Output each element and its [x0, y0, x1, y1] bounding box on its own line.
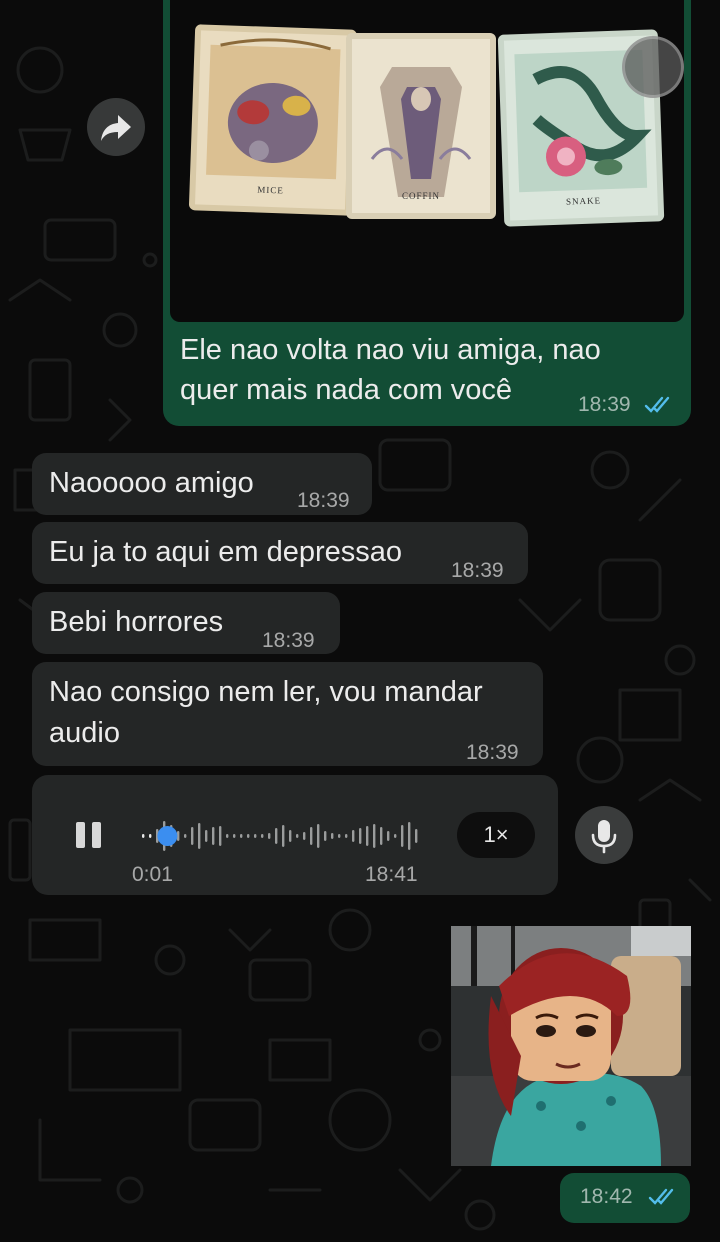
waveform-bar — [142, 834, 145, 838]
waveform-bar — [366, 826, 369, 846]
gif-message-footer: 18:42 — [560, 1173, 690, 1223]
waveform-bar — [205, 830, 208, 842]
microphone-icon — [591, 820, 617, 854]
waveform-bar — [387, 831, 390, 841]
waveform-bar — [219, 826, 222, 846]
message-time: 18:39 — [297, 489, 350, 512]
tarot-card-coffin: COFFIN — [346, 33, 496, 219]
waveform-bar — [254, 834, 257, 838]
waveform-bar — [345, 834, 348, 838]
message-text-line: audio — [49, 717, 120, 749]
tarot-cards-photo[interactable]: MICE COFFIN SNAKE — [170, 0, 684, 322]
waveform-bar — [310, 827, 313, 845]
waveform-bar — [359, 828, 362, 844]
waveform-bar — [149, 834, 152, 838]
waveform-bar — [380, 827, 383, 845]
waveform-bar — [324, 831, 327, 841]
playback-speed-button[interactable]: 1× — [457, 812, 535, 858]
waveform-bar — [212, 827, 215, 845]
message-text-line: Nao consigo nem ler, vou mandar — [49, 676, 483, 708]
incoming-message[interactable]: Eu ja to aqui em depressao 18:39 — [32, 522, 528, 584]
tarot-card-mice: MICE — [188, 24, 358, 216]
forward-button[interactable] — [87, 98, 145, 156]
message-time: 18:39 — [578, 393, 631, 416]
waveform-bar — [233, 834, 236, 838]
message-text: Naooooo amigo — [49, 467, 254, 499]
waveform-bar — [317, 824, 320, 848]
message-time: 18:39 — [466, 741, 519, 764]
waveform-bar — [338, 834, 341, 838]
waveform-bar — [198, 823, 201, 849]
audio-elapsed: 0:01 — [132, 863, 173, 886]
incoming-message[interactable]: Bebi horrores 18:39 — [32, 592, 340, 654]
waveform-bar — [268, 833, 271, 839]
media-toggle-button[interactable] — [622, 36, 684, 98]
audio-waveform[interactable] — [138, 812, 428, 860]
message-text: Bebi horrores — [49, 606, 224, 638]
waveform-bar — [226, 834, 229, 838]
waveform-bar — [289, 830, 292, 842]
waveform-bar — [282, 825, 285, 847]
waveform-bar — [408, 822, 411, 850]
double-check-icon — [648, 1188, 674, 1205]
playback-position-handle[interactable] — [157, 826, 178, 846]
outgoing-gif-image[interactable] — [451, 926, 691, 1166]
message-time: 18:42 — [580, 1185, 633, 1208]
waveform-bar — [296, 834, 299, 838]
waveform-bar — [394, 834, 397, 838]
waveform-bar — [303, 832, 306, 840]
message-text: Eu ja to aqui em depressao — [49, 536, 403, 568]
pause-icon[interactable] — [76, 822, 104, 848]
waveform-bar — [275, 828, 278, 844]
audio-time: 18:41 — [365, 863, 418, 886]
waveform-bar — [184, 834, 187, 838]
waveform-bar — [261, 834, 264, 838]
waveform-bar — [191, 827, 194, 845]
message-time: 18:39 — [451, 559, 504, 582]
waveform-bar — [401, 825, 404, 847]
double-check-icon — [644, 396, 670, 413]
waveform-bar — [415, 829, 418, 843]
waveform-bar — [331, 833, 334, 839]
forward-arrow-icon — [101, 115, 131, 141]
message-text-line: quer mais nada com você — [180, 374, 513, 406]
waveform-bar — [247, 834, 250, 838]
card-label: COFFIN — [401, 191, 440, 201]
message-text-line: Ele nao volta nao viu amiga, nao — [180, 334, 601, 366]
waveform-bar — [352, 830, 355, 842]
waveform-bar — [373, 824, 376, 848]
audio-sender-indicator — [575, 806, 633, 864]
incoming-message[interactable]: Nao consigo nem ler, vou mandar audio 18… — [32, 662, 543, 766]
incoming-message[interactable]: Naooooo amigo 18:39 — [32, 453, 372, 515]
message-time: 18:39 — [262, 629, 315, 652]
waveform-bar — [240, 834, 243, 838]
